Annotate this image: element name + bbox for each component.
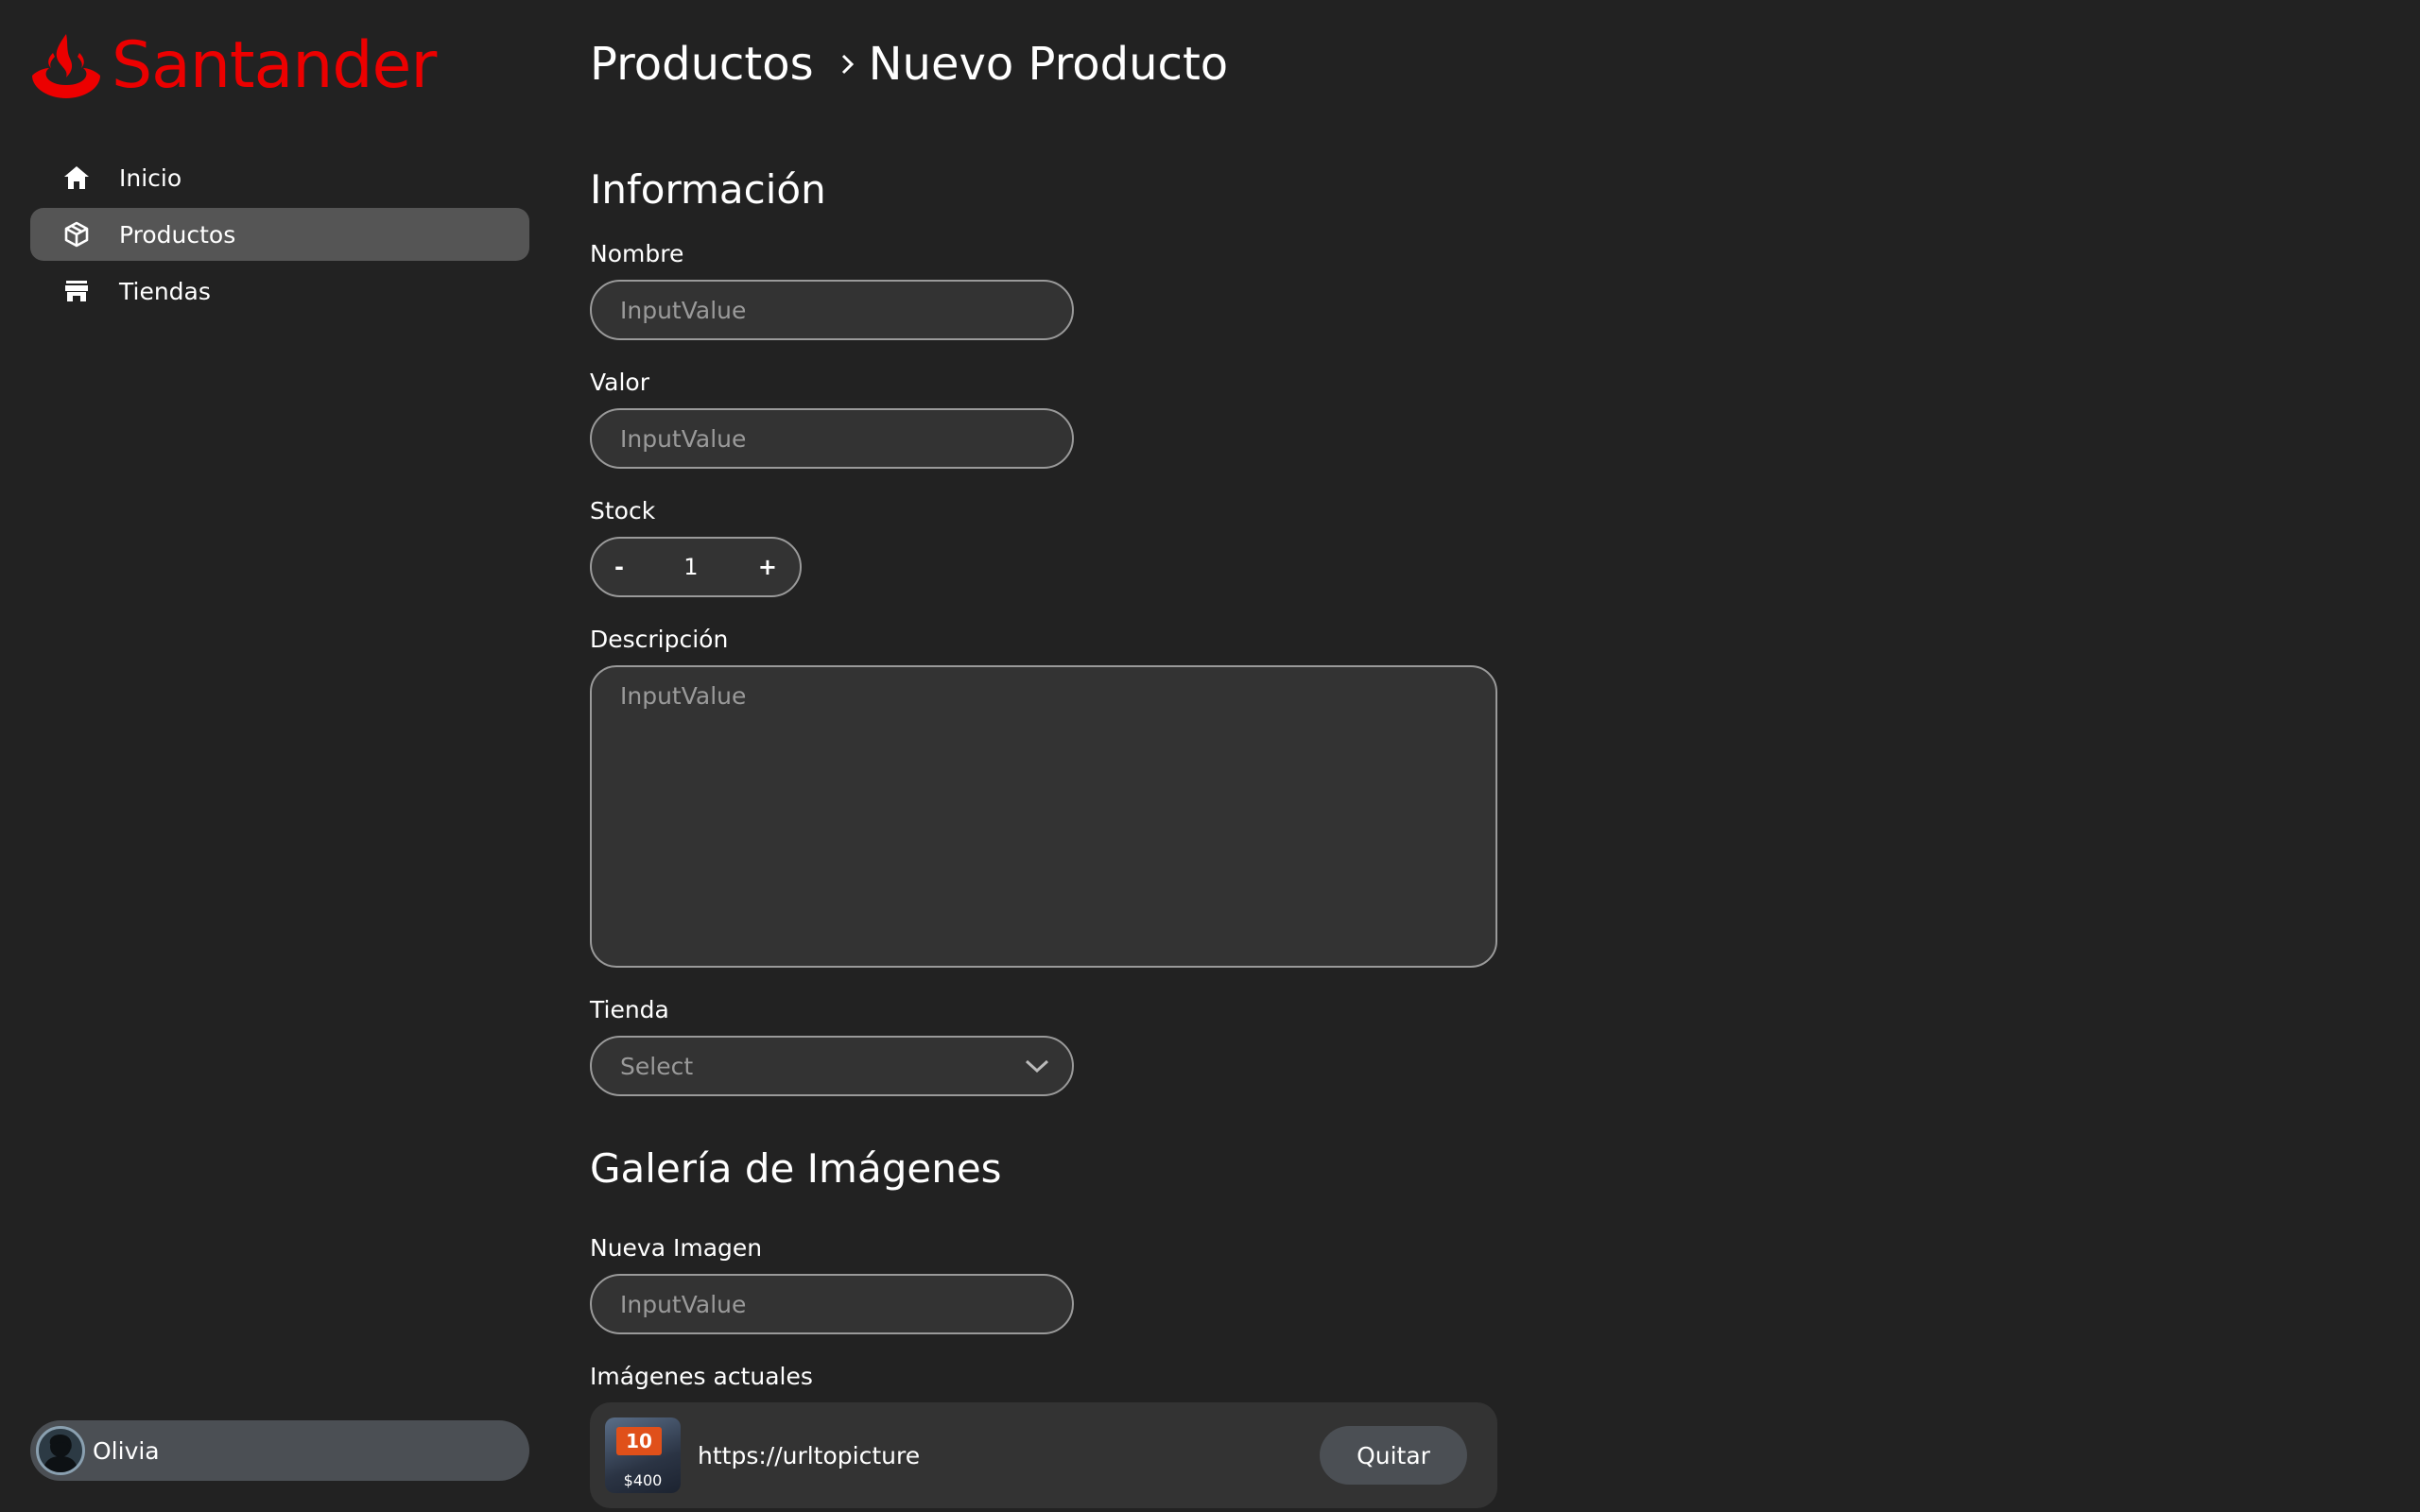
sidebar-item-label: Productos — [119, 220, 236, 249]
sidebar-item-label: Tiendas — [119, 277, 211, 305]
sidebar-item-inicio[interactable]: Inicio — [30, 151, 529, 204]
nueva-imagen-field[interactable]: InputValue — [590, 1274, 1074, 1334]
nombre-placeholder: InputValue — [620, 296, 747, 324]
sidebar-item-tiendas[interactable]: Tiendas — [30, 265, 529, 318]
tienda-select[interactable]: Select — [590, 1036, 1074, 1096]
image-url: https://urltopicture — [698, 1441, 921, 1469]
section-title-gallery: Galería de Imágenes — [590, 1145, 1002, 1192]
tienda-placeholder: Select — [620, 1052, 694, 1080]
image-list-item: 10 $400 https://urltopicture Quitar — [590, 1402, 1497, 1508]
descripcion-label: Descripción — [590, 626, 729, 653]
stock-stepper[interactable]: - 1 + — [590, 537, 802, 597]
home-icon — [62, 163, 91, 192]
sidebar: Santander Inicio Productos Tiendas Olivi… — [0, 0, 560, 1512]
breadcrumb-current: Nuevo Producto — [868, 38, 1229, 91]
image-thumbnail: 10 $400 — [605, 1418, 681, 1493]
valor-label: Valor — [590, 369, 650, 396]
breadcrumb: Productos Nuevo Producto — [590, 38, 1228, 91]
user-silhouette-icon — [43, 1435, 78, 1472]
thumbnail-price: $400 — [623, 1471, 663, 1489]
store-icon — [62, 277, 91, 305]
stock-value[interactable]: 1 — [683, 554, 698, 580]
tienda-label: Tienda — [590, 996, 669, 1023]
valor-placeholder: InputValue — [620, 424, 747, 453]
thumbnail-badge: 10 — [616, 1427, 662, 1455]
nombre-field[interactable]: InputValue — [590, 280, 1074, 340]
nueva-imagen-label: Nueva Imagen — [590, 1234, 763, 1262]
remove-image-label: Quitar — [1357, 1441, 1430, 1469]
flame-icon — [32, 33, 100, 98]
chevron-down-icon — [1025, 1053, 1049, 1080]
sidebar-item-label: Inicio — [119, 163, 182, 192]
descripcion-placeholder: InputValue — [620, 682, 747, 710]
stock-label: Stock — [590, 497, 656, 524]
stock-increment-button[interactable]: + — [758, 554, 777, 580]
breadcrumb-parent[interactable]: Productos — [590, 38, 814, 91]
sidebar-nav: Inicio Productos Tiendas — [30, 151, 529, 321]
avatar — [36, 1426, 85, 1475]
section-title-info: Información — [590, 166, 826, 213]
sidebar-item-productos[interactable]: Productos — [30, 208, 529, 261]
stock-decrement-button[interactable]: - — [614, 554, 624, 580]
imagenes-actuales-label: Imágenes actuales — [590, 1363, 813, 1390]
main-content: Productos Nuevo Producto Información Nom… — [590, 0, 2420, 1512]
user-profile[interactable]: Olivia — [30, 1420, 529, 1481]
brand-name: Santander — [112, 28, 437, 103]
descripcion-field[interactable]: InputValue — [590, 665, 1497, 968]
package-icon — [62, 220, 91, 249]
remove-image-button[interactable]: Quitar — [1320, 1426, 1467, 1485]
user-name: Olivia — [93, 1436, 160, 1465]
chevron-right-icon — [838, 50, 857, 78]
valor-field[interactable]: InputValue — [590, 408, 1074, 469]
santander-logo[interactable]: Santander — [28, 28, 437, 103]
nombre-label: Nombre — [590, 240, 684, 267]
nueva-imagen-placeholder: InputValue — [620, 1290, 747, 1318]
